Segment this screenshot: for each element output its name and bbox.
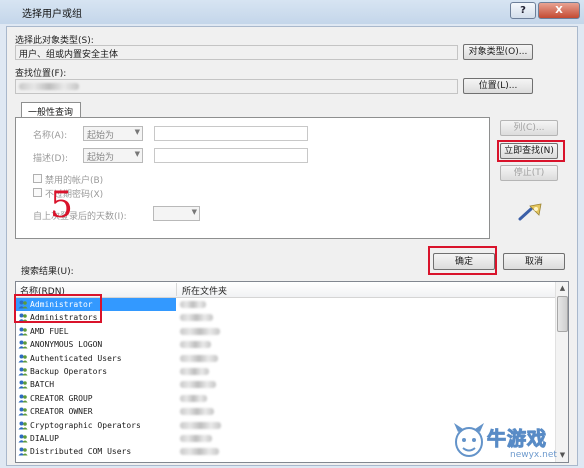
row-name-cell: DIALUP — [16, 432, 176, 445]
row-name-cell: AMD FUEL — [16, 325, 176, 338]
help-button[interactable]: ? — [510, 2, 536, 19]
row-name-cell: CREATOR OWNER — [16, 405, 176, 418]
user-group-icon — [18, 367, 28, 376]
blurred-folder-cell — [180, 341, 211, 349]
row-name-cell: Authenticated Users — [16, 352, 176, 365]
name-label: 名称(A): — [33, 131, 68, 141]
row-name-text: Backup Operators — [30, 367, 108, 376]
row-name-cell: CREATOR GROUP — [16, 392, 176, 405]
row-name-text: ANONYMOUS LOGON — [30, 340, 103, 350]
search-results-label: 搜索结果(U): — [21, 267, 74, 277]
table-row[interactable]: AMD FUEL — [16, 325, 555, 338]
object-types-button[interactable]: 对象类型(O)... — [463, 44, 533, 60]
user-group-icon — [18, 327, 28, 336]
close-button[interactable]: X — [538, 2, 580, 19]
watermark-text: 牛游戏 — [486, 428, 548, 451]
blurred-folder-cell — [180, 448, 219, 456]
blurred-folder-cell — [180, 354, 218, 362]
row-name-text: AMD FUEL — [30, 326, 69, 336]
table-row[interactable]: Backup Operators — [16, 365, 555, 378]
chevron-down-icon: ▼ — [134, 128, 140, 136]
description-input[interactable] — [154, 148, 308, 163]
blurred-location — [19, 83, 79, 90]
description-mode-select[interactable]: 起始为 ▼ — [83, 148, 143, 163]
user-group-icon — [18, 380, 28, 389]
blurred-folder-cell — [180, 301, 206, 308]
blurred-folder-cell — [180, 408, 214, 416]
cancel-button[interactable]: 取消 — [503, 253, 565, 270]
user-group-icon — [18, 407, 28, 416]
highlight-ok — [428, 246, 497, 275]
window-title: 选择用户或组 — [22, 9, 82, 20]
location-label: 查找位置(F): — [15, 69, 67, 79]
description-mode-value: 起始为 — [87, 153, 115, 163]
row-name-text: CREATOR GROUP — [30, 393, 93, 403]
title-bar: 选择用户或组 ? X — [0, 0, 584, 24]
table-row[interactable]: CREATOR GROUP — [16, 392, 555, 405]
row-name-cell: Backup Operators — [16, 365, 176, 378]
table-row[interactable]: BATCH — [16, 378, 555, 391]
blurred-folder-cell — [180, 421, 221, 429]
name-mode-select[interactable]: 起始为 ▼ — [83, 126, 143, 141]
row-name-text: BATCH — [30, 380, 55, 390]
days-since-logon-select[interactable]: ▼ — [153, 206, 200, 221]
scroll-thumb[interactable] — [557, 296, 568, 332]
highlight-admin-rows — [14, 294, 102, 323]
row-name-cell: Distributed COM Users — [16, 445, 176, 458]
description-label: 描述(D): — [33, 154, 68, 164]
user-group-icon — [18, 340, 28, 349]
days-since-logon-label: 自上次登录后的天数(I): — [33, 212, 127, 222]
blurred-folder-cell — [180, 368, 209, 375]
name-mode-value: 起始为 — [87, 131, 115, 141]
scroll-up-icon[interactable]: ▲ — [557, 282, 568, 294]
scroll-down-icon[interactable]: ▼ — [557, 449, 568, 461]
row-name-cell: ANONYMOUS LOGON — [16, 338, 176, 351]
row-name-cell: Cryptographic Operators — [16, 419, 176, 432]
chevron-down-icon: ▼ — [191, 208, 197, 216]
table-row[interactable]: Authenticated Users — [16, 352, 555, 365]
results-scrollbar[interactable]: ▲ ▼ — [555, 282, 568, 462]
no-expire-password-checkbox[interactable] — [33, 188, 42, 197]
name-input[interactable] — [154, 126, 308, 141]
user-group-icon — [18, 447, 28, 456]
watermark-mascot-icon — [454, 423, 484, 457]
table-row[interactable]: ANONYMOUS LOGON — [16, 338, 555, 351]
row-name-text: DIALUP — [30, 434, 59, 443]
user-group-icon — [18, 354, 28, 363]
blurred-folder-cell — [180, 327, 220, 335]
tab-general-query[interactable]: 一般性查询 — [21, 102, 81, 118]
stop-button[interactable]: 停止(T) — [500, 165, 558, 181]
user-group-icon — [18, 434, 28, 443]
chevron-down-icon: ▼ — [134, 150, 140, 158]
blurred-folder-cell — [180, 381, 216, 389]
column-header-folder[interactable]: 所在文件夹 — [182, 284, 227, 297]
blurred-folder-cell — [180, 314, 213, 322]
row-name-text: Authenticated Users — [30, 353, 122, 363]
user-group-icon — [18, 421, 28, 430]
search-flashlight-icon — [518, 203, 542, 221]
table-row[interactable]: CREATOR OWNER — [16, 405, 555, 418]
location-field — [15, 79, 458, 94]
locations-button[interactable]: 位置(L)... — [463, 78, 533, 94]
columns-button[interactable]: 列(C)... — [500, 120, 558, 136]
user-group-icon — [18, 394, 28, 403]
row-name-text: Distributed COM Users — [30, 447, 132, 457]
annotation-number: 5 — [50, 185, 73, 226]
row-name-text: Cryptographic Operators — [30, 420, 141, 430]
highlight-find-now — [497, 140, 565, 162]
column-divider — [176, 283, 177, 296]
row-name-text: CREATOR OWNER — [30, 407, 93, 417]
object-type-field: 用户、组或内置安全主体 — [15, 45, 458, 60]
disabled-accounts-checkbox[interactable] — [33, 174, 42, 183]
row-name-cell: BATCH — [16, 378, 176, 391]
blurred-folder-cell — [180, 435, 212, 442]
blurred-folder-cell — [180, 394, 207, 402]
watermark-url: newyx.net — [510, 450, 557, 460]
